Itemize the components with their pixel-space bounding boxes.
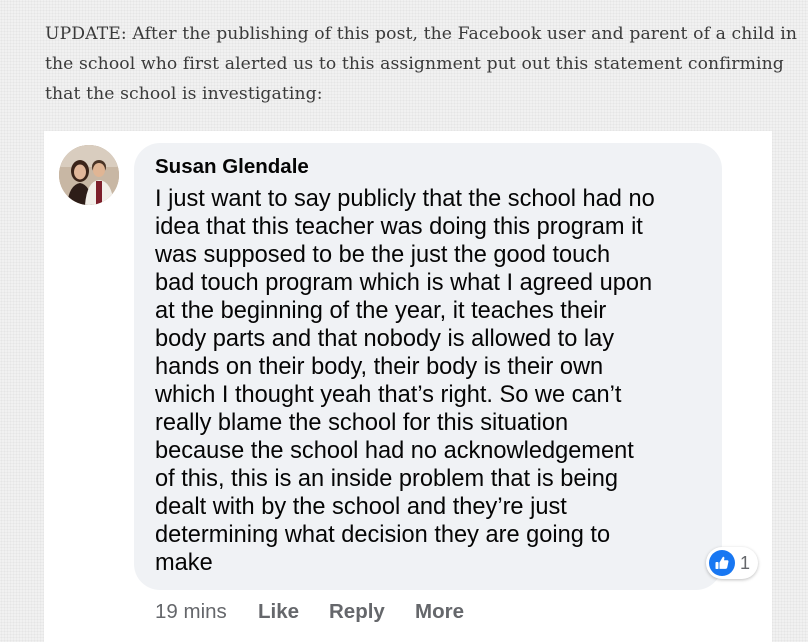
comment-line: was supposed to be the just the good tou… bbox=[155, 242, 611, 268]
comment-timestamp[interactable]: 19 mins bbox=[155, 598, 227, 626]
reply-button[interactable]: Reply bbox=[329, 598, 385, 626]
comment-line: make bbox=[155, 550, 213, 576]
avatar[interactable] bbox=[59, 145, 119, 205]
update-line-1: UPDATE: After the publishing of this pos… bbox=[45, 24, 798, 44]
like-thumbs-up-icon bbox=[709, 550, 735, 576]
comment-line: bad touch program which is what I agreed… bbox=[155, 270, 653, 296]
comment-line: because the school had no acknowledgemen… bbox=[155, 438, 634, 464]
comment-line: idea that this teacher was doing this pr… bbox=[155, 214, 643, 240]
reaction-count: 1 bbox=[740, 553, 751, 573]
comment-line: at the beginning of the year, it teaches… bbox=[155, 298, 607, 324]
comment-line: body parts and that nobody is allowed to… bbox=[155, 326, 615, 352]
comment-line: hands on their body, their body is their… bbox=[155, 354, 604, 380]
comment-line: dealt with by the school and they’re jus… bbox=[155, 494, 567, 520]
update-line-3: that the school is investigating: bbox=[45, 84, 323, 104]
more-button[interactable]: More bbox=[415, 598, 464, 626]
comment-line: I just want to say publicly that the sch… bbox=[155, 186, 655, 212]
comment-line: which I thought yeah that’s right. So we… bbox=[155, 382, 622, 408]
profile-photo-icon bbox=[59, 145, 119, 205]
update-line-2: the school who first alerted us to this … bbox=[45, 54, 784, 74]
comment-text: I just want to say publicly that the sch… bbox=[155, 185, 655, 577]
comment-line: determining what decision they are going… bbox=[155, 522, 611, 548]
like-button[interactable]: Like bbox=[258, 598, 299, 626]
comment-author-name[interactable]: Susan Glendale bbox=[155, 152, 309, 182]
reaction-summary[interactable]: 1 bbox=[706, 547, 758, 579]
comment-line: of this, this is an inside problem that … bbox=[155, 466, 618, 492]
comment-line: really blame the school for this situati… bbox=[155, 410, 569, 436]
article-update-paragraph: UPDATE: After the publishing of this pos… bbox=[45, 19, 798, 109]
